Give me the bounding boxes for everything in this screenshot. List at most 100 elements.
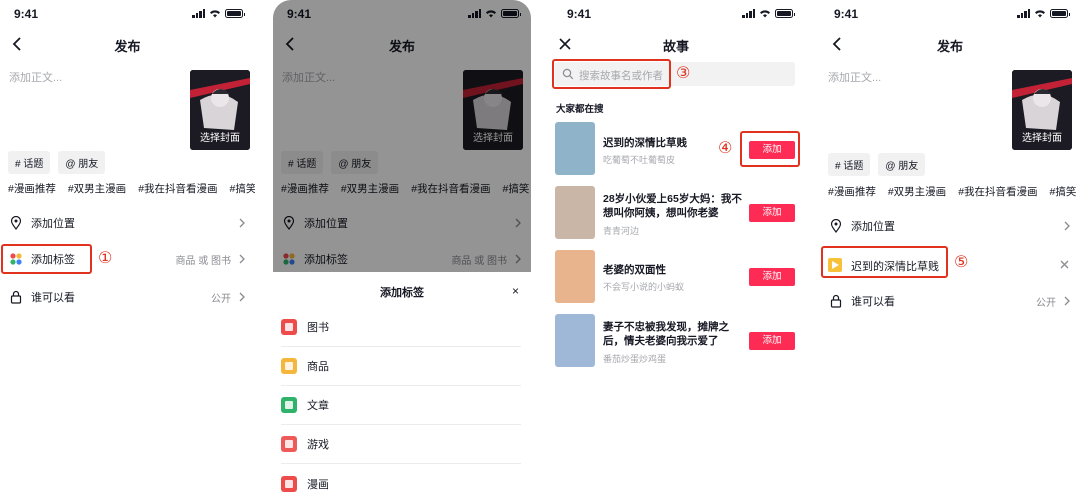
dim-overlay[interactable] (273, 0, 531, 272)
topic-item[interactable]: #搞笑 (1050, 184, 1077, 199)
chevron-right-icon (239, 254, 245, 264)
topic-list: #漫画推荐 #双男主漫画 #我在抖音看漫画 #搞笑 (8, 181, 255, 196)
topic-chip[interactable]: # 话题 (8, 151, 51, 174)
annotation-box (821, 246, 948, 278)
friend-chip[interactable]: @ 朋友 (878, 153, 926, 176)
story-author: 青青河边 (603, 226, 640, 236)
body-input[interactable]: 添加正文... (9, 69, 62, 85)
chip-group: # 话题 @ 朋友 (828, 153, 926, 176)
annotation-marker: ③ (676, 65, 691, 82)
location-pin-icon (10, 216, 22, 230)
wifi-icon (209, 9, 221, 18)
row-label: 谁可以看 (851, 296, 895, 308)
sheet-item-book[interactable]: 图书 (281, 308, 521, 347)
story-item[interactable]: 老婆的双面性 不会写小说的小蚂蚁 添加 (555, 250, 795, 304)
body-input[interactable]: 添加正文... (828, 69, 881, 85)
annotation-marker: ① (98, 250, 113, 267)
friend-chip[interactable]: @ 朋友 (58, 151, 106, 174)
row-label: 谁可以看 (31, 292, 75, 304)
lock-icon (10, 290, 22, 304)
topic-item[interactable]: #双男主漫画 (68, 181, 126, 196)
annotation-marker: ⑤ (954, 254, 969, 271)
topic-item[interactable]: #漫画推荐 (8, 181, 56, 196)
story-item[interactable]: 妻子不忠被我发现，摊牌之后，情夫老婆向我示爱了 番茄炒蛋炒鸡蛋 添加 (555, 314, 795, 368)
status-icons (192, 9, 245, 18)
publish-screen-1: 9:41 发布 添加正文... 选择封面 # 话题 @ 朋友 #漫画推荐 #双男… (0, 0, 255, 495)
story-thumbnail (555, 186, 595, 239)
story-author: 不会写小说的小蚂蚁 (603, 282, 685, 292)
cover-label: 选择封面 (200, 133, 240, 144)
add-story-button[interactable]: 添加 (749, 204, 795, 222)
chevron-right-icon (1064, 296, 1070, 306)
cover-picker[interactable]: 选择封面 (190, 70, 250, 150)
visibility-row[interactable]: 谁可以看 公开 (820, 286, 1080, 316)
chevron-right-icon (239, 292, 245, 302)
sheet-item-shop[interactable]: 商品 (281, 347, 521, 386)
story-thumbnail (555, 250, 595, 303)
sheet-item-label: 商品 (307, 361, 329, 373)
story-author: 吃葡萄不吐葡萄皮 (603, 155, 676, 165)
chevron-right-icon (1064, 221, 1070, 231)
story-title: 妻子不忠被我发现，摊牌之后，情夫老婆向我示爱了 (603, 321, 729, 347)
topic-item[interactable]: #我在抖音看漫画 (958, 184, 1037, 199)
topic-item[interactable]: #搞笑 (230, 181, 255, 196)
comic-icon (281, 475, 297, 492)
status-icons (742, 9, 795, 18)
sheet-item-label: 文章 (307, 400, 329, 412)
story-title: 老婆的双面性 (603, 264, 666, 276)
page-title: 发布 (114, 39, 141, 54)
chip-group: # 话题 @ 朋友 (8, 151, 106, 174)
signal-icon (1017, 9, 1030, 18)
sheet-title: 添加标签 (380, 287, 424, 299)
add-location-row[interactable]: 添加位置 (820, 211, 1080, 241)
row-value: 商品 或 图书 (175, 255, 231, 267)
sheet-item-article[interactable]: 文章 (281, 386, 521, 425)
status-bar: 9:41 (820, 6, 1080, 22)
sheet-item-game[interactable]: 游戏 (281, 425, 521, 464)
visibility-row[interactable]: 谁可以看 公开 (0, 282, 255, 312)
sheet-item-label: 游戏 (307, 439, 329, 451)
sheet-item-label: 图书 (307, 322, 329, 334)
location-pin-icon (830, 219, 842, 233)
signal-icon (192, 9, 205, 18)
row-label: 添加位置 (851, 221, 895, 233)
add-story-button[interactable]: 添加 (749, 332, 795, 350)
story-author: 番茄炒蛋炒鸡蛋 (603, 354, 667, 364)
add-story-button[interactable]: 添加 (749, 268, 795, 286)
battery-icon (775, 9, 795, 18)
topic-item[interactable]: #双男主漫画 (888, 184, 946, 199)
lock-icon (830, 294, 842, 308)
close-icon[interactable] (1059, 259, 1070, 270)
popular-searches-label: 大家都在搜 (556, 104, 604, 115)
topic-item[interactable]: #漫画推荐 (828, 184, 876, 199)
status-bar: 9:41 (547, 6, 805, 22)
annotation-box (1, 244, 92, 274)
annotation-marker: ④ (718, 140, 733, 157)
book-icon (281, 319, 297, 335)
page-title: 发布 (936, 39, 963, 54)
status-bar: 9:41 (0, 6, 255, 22)
shop-icon (281, 358, 297, 374)
game-icon (281, 436, 297, 452)
close-icon[interactable]: × (512, 284, 519, 298)
cover-picker[interactable]: 选择封面 (1012, 70, 1072, 150)
topic-chip[interactable]: # 话题 (828, 153, 871, 176)
battery-icon (1050, 9, 1070, 18)
status-time: 9:41 (14, 7, 39, 21)
nav-bar: 发布 (820, 30, 1080, 58)
story-item[interactable]: 28岁小伙爱上65岁大妈：我不想叫你阿姨，想叫你老婆 青青河边 添加 (555, 186, 795, 240)
story-thumbnail (555, 122, 595, 175)
article-icon (281, 397, 297, 413)
topic-list: #漫画推荐 #双男主漫画 #我在抖音看漫画 #搞笑 (828, 184, 1076, 199)
status-time: 9:41 (567, 7, 592, 21)
status-icons (1017, 9, 1070, 18)
sheet-item-label: 漫画 (307, 478, 329, 491)
row-label: 添加位置 (31, 218, 75, 230)
row-value: 公开 (1036, 297, 1056, 309)
annotation-box (552, 59, 671, 89)
sheet-item-comic[interactable]: 漫画 (281, 464, 521, 495)
story-search-screen: 9:41 故事 搜索故事名或作者 ③ 大家都在搜 迟到的深情比草贱 吃葡萄不吐葡… (547, 0, 805, 495)
annotation-box (740, 131, 800, 167)
add-location-row[interactable]: 添加位置 (0, 208, 255, 238)
topic-item[interactable]: #我在抖音看漫画 (138, 181, 217, 196)
